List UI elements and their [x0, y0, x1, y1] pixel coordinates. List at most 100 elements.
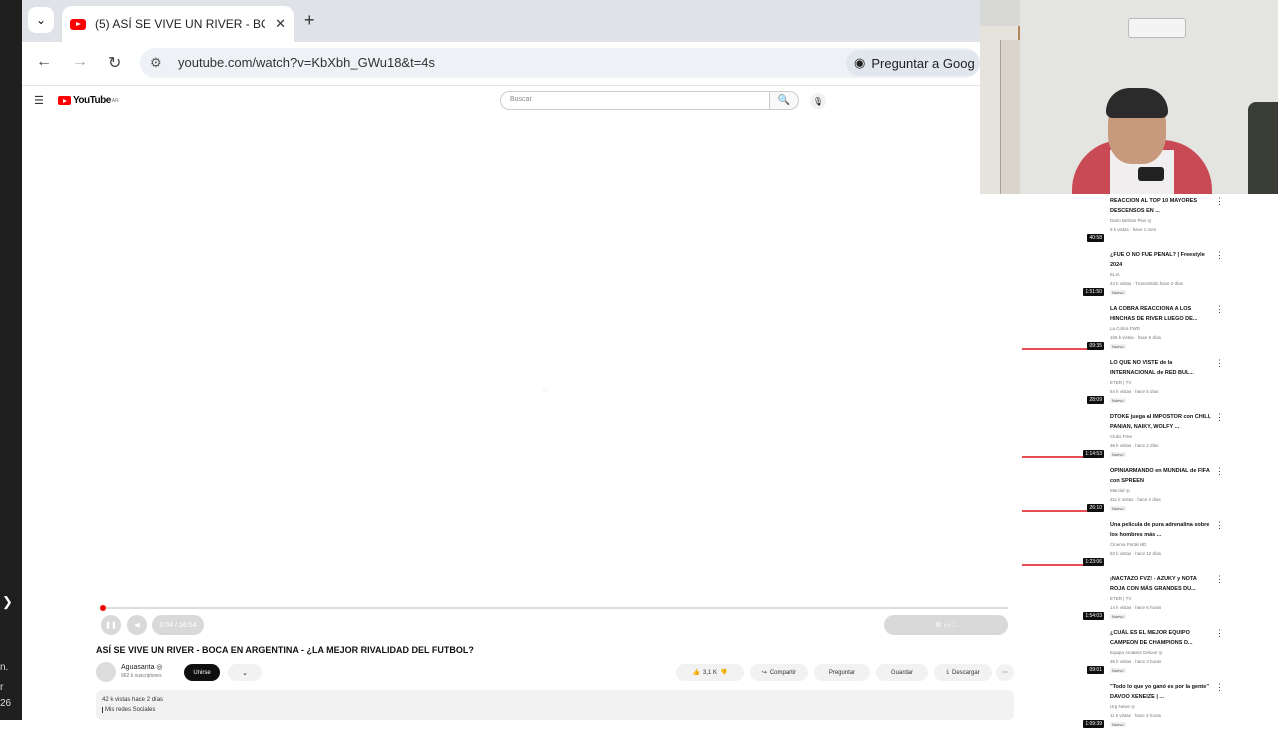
url-text: youtube.com/watch?v=KbXbh_GWu18&t=4s	[178, 55, 436, 70]
webcam-overlay	[980, 0, 1278, 194]
recommendation-channel[interactable]: La Cobra FWD	[1110, 326, 1140, 331]
share-label: Compartir	[769, 669, 797, 676]
avatar[interactable]	[96, 662, 116, 682]
recommendation-title[interactable]: LO QUE NO VISTE de la INTERNACIONAL de R…	[1110, 358, 1212, 378]
like-dislike-button[interactable]: 👍 3,1 K 👎	[676, 664, 744, 681]
more-vert-icon[interactable]: ⋮	[1215, 682, 1224, 693]
reload-icon[interactable]: ↻	[108, 53, 121, 73]
save-button[interactable]: Guardar	[876, 664, 928, 681]
new-tab-button[interactable]: +	[304, 10, 315, 31]
recommendation-channel[interactable]: Dario Beltran Plus ◎	[1110, 218, 1151, 224]
recommendation-title[interactable]: ¿FUE O NO FUE PENAL? | Freestyle 2024	[1110, 250, 1212, 270]
youtube-logo-icon	[58, 96, 71, 105]
recommendation-channel[interactable]: ETER | TV	[1110, 380, 1131, 385]
more-vert-icon[interactable]: ⋮	[1215, 412, 1224, 423]
ask-google-label: Preguntar a Goog	[871, 55, 975, 71]
webcam-air-conditioner	[1128, 18, 1186, 38]
time-display: 0:04 / 16:54	[152, 615, 204, 635]
duration-badge: 28:09	[1087, 396, 1104, 404]
list-item[interactable]: 40:58 REACCION AL TOP 10 MAYORES DESCENSO…	[1022, 194, 1230, 248]
search-icon: 🔍	[777, 95, 791, 106]
recommendation-title[interactable]: ¡NACTAZO FVZ! - AZUKY y NOTA ROJA CON MÁ…	[1110, 574, 1212, 594]
recommendation-channel[interactable]: Marcial ◎	[1110, 488, 1130, 494]
channel-subscribers: 962 k suscriptores	[121, 673, 162, 679]
menu-icon[interactable]: ☰	[34, 94, 44, 107]
youtube-logo[interactable]: YouTube AR	[58, 95, 119, 106]
list-item[interactable]: 1:23:06 Una pelicula de pura adrenalina s…	[1022, 518, 1230, 572]
volume-button[interactable]: ◀	[127, 615, 147, 635]
video-title: ASÍ SE VIVE UN RIVER - BOCA EN ARGENTINA…	[96, 645, 474, 655]
mic-icon: 🎙	[812, 96, 824, 106]
new-badge: Nuevo	[1110, 722, 1126, 727]
ask-button[interactable]: Preguntar	[814, 664, 870, 681]
more-vert-icon[interactable]: ⋮	[1215, 304, 1224, 315]
list-item[interactable]: 26:10 OPINIARMANDO en MUNDIAL de FIFA con…	[1022, 464, 1230, 518]
list-item[interactable]: 1:51:50 ¿FUE O NO FUE PENAL? | Freestyle …	[1022, 248, 1230, 302]
thumbs-down-icon: 👎	[720, 670, 728, 676]
recommendation-title[interactable]: "Todo lo que yo ganó es por la gente" DA…	[1110, 682, 1212, 702]
recommendation-title[interactable]: REACCION AL TOP 10 MAYORES DESCENSOS EN …	[1110, 196, 1212, 216]
more-vert-icon[interactable]: ⋮	[1215, 628, 1224, 639]
recommendation-channel[interactable]: Equipo Amateur Deluxe ◎	[1110, 650, 1162, 656]
recommendation-title[interactable]: Una pelicula de pura adrenalina sobre lo…	[1110, 520, 1212, 540]
more-vert-icon[interactable]: ⋮	[1215, 196, 1224, 207]
recommendation-channel[interactable]: ELIA	[1110, 272, 1120, 277]
list-item[interactable]: 1:14:53 DTOKE juega al IMPOSTOR con CHILI…	[1022, 410, 1230, 464]
back-icon[interactable]: ←	[36, 53, 52, 71]
chevron-right-icon[interactable]: ❯	[2, 594, 13, 610]
recommendation-meta: 8 k vistas · hace 1 mes	[1110, 227, 1157, 232]
lens-icon: ◉	[854, 55, 866, 70]
download-button[interactable]: ⤓ Descargar	[934, 664, 992, 681]
webcam-backpack	[1248, 102, 1278, 194]
browser-tab[interactable]: (5) ASÍ SE VIVE UN RIVER - BOC ✕	[62, 6, 294, 42]
close-icon[interactable]: ✕	[275, 16, 286, 32]
ask-label: Preguntar	[828, 669, 856, 676]
more-vert-icon[interactable]: ⋮	[1215, 358, 1224, 369]
recommendation-meta: 43 k vistas · Transmitido hace 2 días	[1110, 281, 1184, 286]
recommendation-title[interactable]: DTOKE juega al IMPOSTOR con CHILI, PANIA…	[1110, 412, 1212, 432]
new-badge: Nuevo	[1110, 344, 1126, 349]
recommendation-title[interactable]: LA COBRA REACCIONA A LOS HINCHAS DE RIVE…	[1110, 304, 1212, 324]
channel-name[interactable]: Aguasanta ◎	[121, 663, 163, 671]
new-badge: Nuevo	[1110, 290, 1126, 295]
pause-button[interactable]: ❚❚	[101, 615, 121, 635]
duration-badge: 40:58	[1087, 234, 1104, 242]
region-code: AR	[111, 97, 119, 104]
share-button[interactable]: ↪ Compartir	[750, 664, 808, 681]
recommendation-channel[interactable]: Cinema Portal HD	[1110, 542, 1146, 547]
subscribe-dropdown-button[interactable]: ⌄	[228, 664, 262, 681]
time-text: 0:04 / 16:54	[159, 621, 197, 629]
list-item[interactable]: 28:09 LO QUE NO VISTE de la INTERNACIONAL…	[1022, 356, 1230, 410]
ask-google-button[interactable]: ◉ Preguntar a Goog	[846, 50, 980, 76]
recommendation-title[interactable]: ¿CUÁL ES EL MEJOR EQUIPO CAMPEON DE CHAM…	[1110, 628, 1212, 648]
recommendation-channel[interactable]: Urg News ◎	[1110, 704, 1135, 710]
duration-badge: 09:35	[1087, 342, 1104, 350]
player-settings-controls[interactable]: ⚙ ▭ ⛶	[884, 615, 1008, 635]
recommendation-channel[interactable]: ETER | TV	[1110, 596, 1131, 601]
webcam-headphones	[1106, 88, 1168, 118]
recommendation-title[interactable]: OPINIARMANDO en MUNDIAL de FIFA con SPRE…	[1110, 466, 1212, 486]
video-player[interactable]	[96, 120, 1012, 640]
recommendation-channel[interactable]: Clubs Free	[1110, 434, 1132, 439]
more-vert-icon[interactable]: ⋮	[1215, 466, 1224, 477]
tab-search-button[interactable]: ⌄	[28, 7, 54, 33]
list-item[interactable]: 09:35 LA COBRA REACCIONA A LOS HINCHAS DE…	[1022, 302, 1230, 356]
more-vert-icon[interactable]: ⋮	[1215, 250, 1224, 261]
voice-search-button[interactable]: 🎙	[810, 93, 826, 109]
progress-scrubber[interactable]	[100, 605, 106, 611]
more-vert-icon[interactable]: ⋮	[1215, 520, 1224, 531]
join-button[interactable]: Unirse	[184, 664, 220, 681]
left-desktop-strip: ❯ n. r 26	[0, 0, 22, 720]
progress-bar[interactable]	[100, 605, 1008, 611]
search-button[interactable]: 🔍	[769, 91, 799, 110]
description-stats: 42 k vistas hace 2 días	[102, 697, 164, 703]
description-box[interactable]: 42 k vistas hace 2 días Mis redes Social…	[96, 690, 1014, 720]
forward-icon[interactable]: →	[72, 53, 88, 71]
more-actions-button[interactable]: ⋯	[996, 664, 1014, 681]
list-item[interactable]: 1:54:03 ¡NACTAZO FVZ! - AZUKY y NOTA ROJA…	[1022, 572, 1230, 626]
search-input[interactable]: Buscar	[500, 91, 770, 110]
list-item[interactable]: 09:01 ¿CUÁL ES EL MEJOR EQUIPO CAMPEON DE…	[1022, 626, 1230, 680]
more-vert-icon[interactable]: ⋮	[1215, 574, 1224, 585]
list-item[interactable]: 1:09:39 "Todo lo que yo ganó es por la ge…	[1022, 680, 1230, 734]
site-info-icon[interactable]: ⚙	[150, 55, 162, 71]
